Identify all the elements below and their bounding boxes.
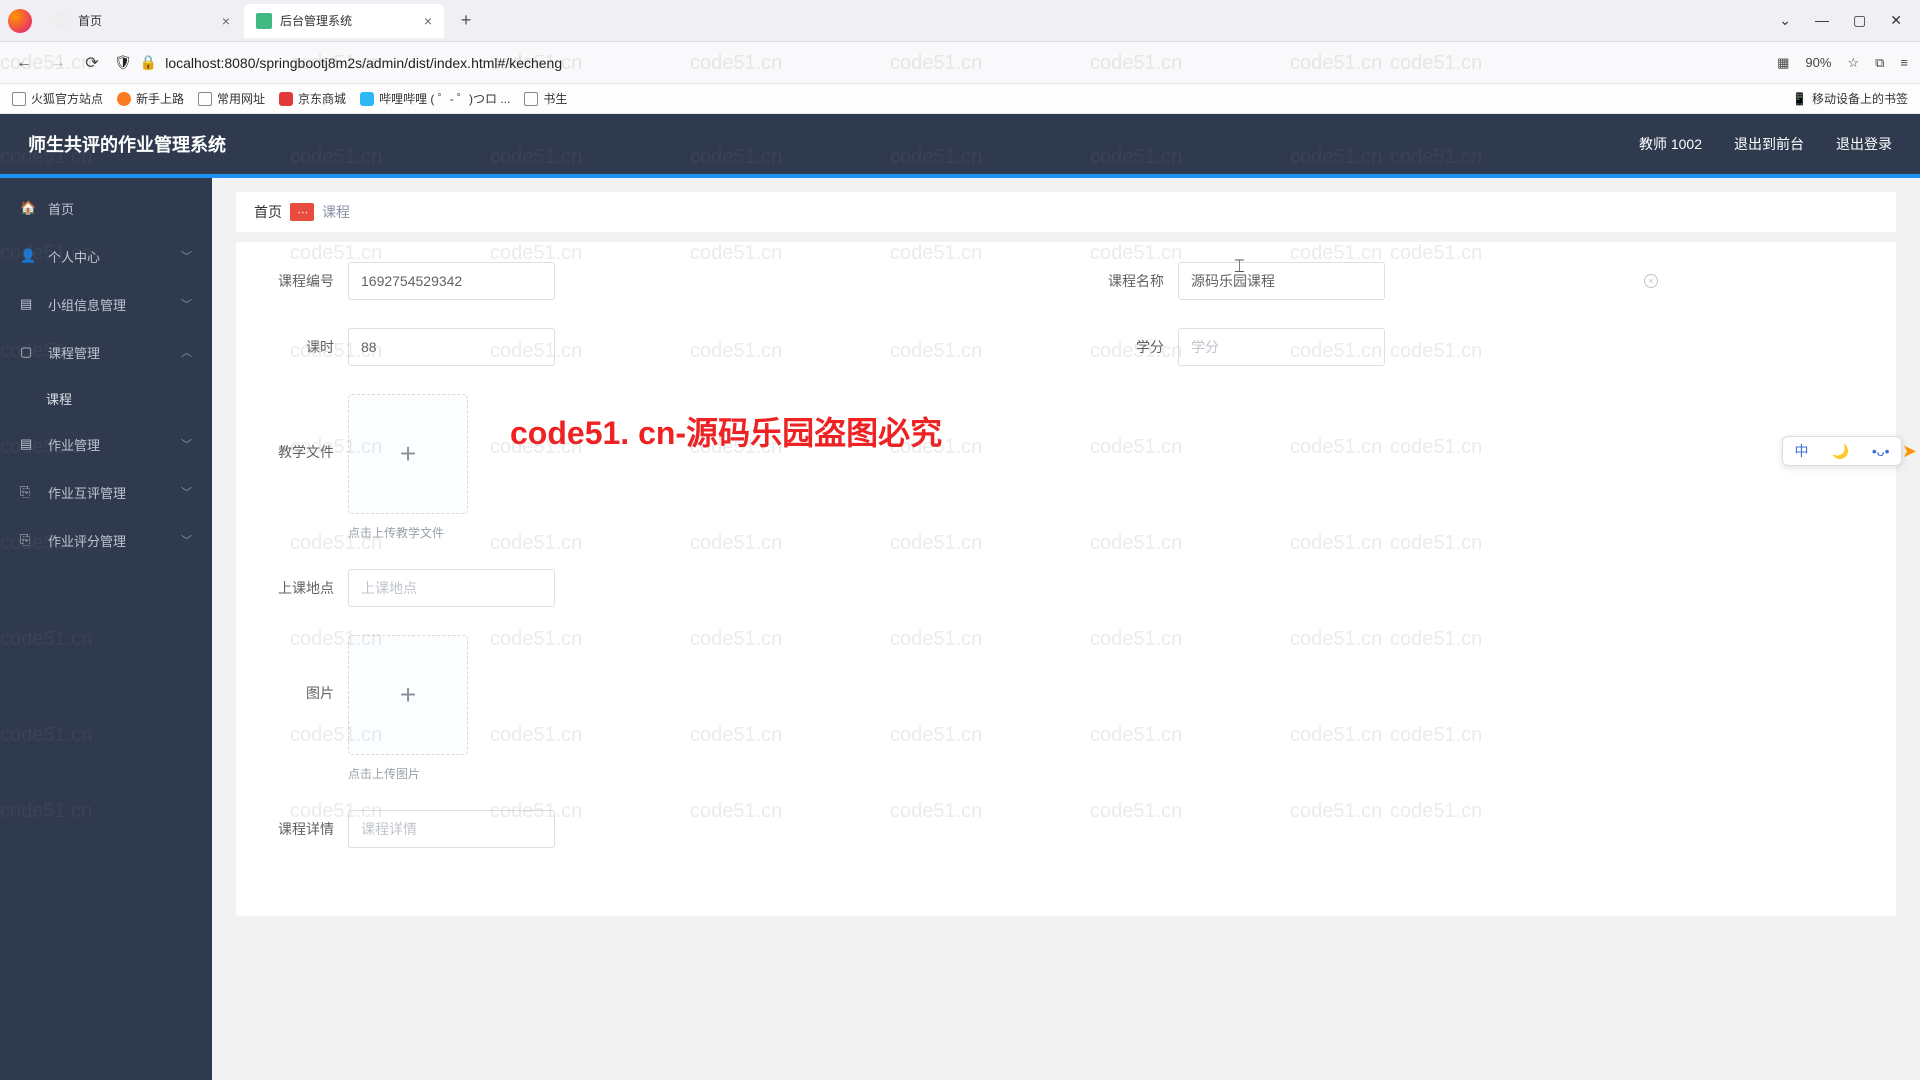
bookmark-item[interactable]: 新手上路 [117, 90, 184, 107]
chevron-down-icon[interactable]: ⌄ [1779, 12, 1791, 29]
tab-title: 首页 [78, 12, 102, 29]
group-icon: ▤ [20, 296, 36, 312]
chevron-down-icon: ﹀ [181, 532, 192, 548]
shield-icon: 🛡 [114, 54, 132, 71]
close-icon[interactable]: × [424, 13, 432, 29]
window-controls: ⌄ — ▢ ✕ [1779, 12, 1920, 29]
favicon-icon [54, 13, 70, 29]
address-bar: ← → ⟳ 🛡 🔒 localhost:8080/springbootj8m2s… [0, 42, 1920, 84]
app-header: 师生共评的作业管理系统 教师 1002 退出到前台 退出登录 [0, 114, 1920, 178]
menu-icon[interactable]: ≡ [1900, 55, 1908, 70]
homework-icon: ▤ [20, 436, 36, 452]
exit-to-front-link[interactable]: 退出到前台 [1734, 134, 1804, 154]
course-no-input[interactable] [348, 262, 555, 300]
reload-icon[interactable]: ⟳ [80, 53, 104, 73]
label-course-name: 课程名称 [1096, 271, 1164, 291]
bookmark-item[interactable]: 常用网址 [198, 90, 265, 107]
upload-image-hint: 点击上传图片 [348, 765, 420, 782]
forward-icon[interactable]: → [46, 54, 70, 72]
chevron-up-icon: ︿ [181, 344, 192, 360]
breadcrumb-current: 课程 [322, 202, 350, 222]
sidebar-item-home[interactable]: 🏠 首页 [0, 184, 212, 232]
url-box[interactable]: 🛡 🔒 localhost:8080/springbootj8m2s/admin… [114, 54, 1767, 71]
detail-input[interactable] [348, 810, 555, 848]
user-icon: 👤 [20, 248, 36, 264]
logout-link[interactable]: 退出登录 [1836, 134, 1892, 154]
credit-input[interactable] [1178, 328, 1385, 366]
clear-icon[interactable]: × [1644, 274, 1658, 288]
breadcrumb-sep-icon: ⋯ [290, 203, 314, 221]
breadcrumb: 首页 ⋯ 课程 [236, 192, 1896, 232]
ime-toolbar[interactable]: 中 🌙 •ᴗ• ➤ [1782, 436, 1902, 466]
sidebar-item-peer-review[interactable]: ⎘ 作业互评管理 ﹀ [0, 468, 212, 516]
ime-mode[interactable]: •ᴗ• [1872, 443, 1890, 459]
bookmark-item[interactable]: 哔哩哔哩 ( ゜- ゜)つロ ... [360, 90, 510, 107]
lock-icon: 🔒 [140, 54, 157, 71]
text-cursor-icon: ⌶ [1234, 256, 1245, 277]
upload-file-hint: 点击上传教学文件 [348, 524, 444, 541]
tab-title: 后台管理系统 [280, 12, 352, 29]
location-input[interactable] [348, 569, 555, 607]
bookmark-item[interactable]: 京东商城 [279, 90, 346, 107]
url-text: localhost:8080/springbootj8m2s/admin/dis… [165, 55, 562, 71]
user-badge[interactable]: 教师 1002 [1639, 134, 1702, 154]
label-hours: 课时 [266, 337, 334, 357]
firefox-icon [8, 9, 32, 33]
browser-tab[interactable]: 后台管理系统 × [244, 4, 444, 38]
sidebar-item-course[interactable]: ▢ 课程管理 ︿ [0, 328, 212, 376]
mobile-bookmarks[interactable]: 📱移动设备上的书签 [1792, 90, 1908, 107]
label-detail: 课程详情 [266, 819, 334, 839]
grade-icon: ⎘ [20, 532, 36, 548]
sidebar-item-profile[interactable]: 👤 个人中心 ﹀ [0, 232, 212, 280]
browser-tab[interactable]: 首页 × [42, 4, 242, 38]
label-image: 图片 [266, 683, 334, 703]
plus-icon: + [400, 438, 416, 470]
sidebar-item-group[interactable]: ▤ 小组信息管理 ﹀ [0, 280, 212, 328]
home-icon: 🏠 [20, 200, 36, 216]
upload-file-box[interactable]: + [348, 394, 468, 514]
sidebar: 🏠 首页 👤 个人中心 ﹀ ▤ 小组信息管理 ﹀ ▢ 课程管理 ︿ 课程 ▤ 作… [0, 178, 212, 1080]
sidebar-item-grading[interactable]: ⎘ 作业评分管理 ﹀ [0, 516, 212, 564]
arrow-right-icon[interactable]: ➤ [1902, 441, 1917, 462]
app-title: 师生共评的作业管理系统 [28, 131, 226, 157]
qr-icon[interactable]: ▦ [1777, 55, 1789, 71]
plus-icon: + [400, 679, 416, 711]
review-icon: ⎘ [20, 484, 36, 500]
upload-image-box[interactable]: + [348, 635, 468, 755]
add-tab-button[interactable]: + [452, 7, 480, 35]
minimize-icon[interactable]: — [1815, 12, 1829, 29]
browser-tabs: 首页 × 后台管理系统 × + ⌄ — ▢ ✕ [0, 0, 1920, 42]
bookmark-star-icon[interactable]: ☆ [1847, 55, 1859, 71]
ime-lang[interactable]: 中 [1794, 441, 1808, 461]
chevron-down-icon: ﹀ [181, 484, 192, 500]
bookmark-item[interactable]: 书生 [524, 90, 567, 107]
label-course-no: 课程编号 [266, 271, 334, 291]
favicon-icon [256, 13, 272, 29]
close-icon[interactable]: × [222, 13, 230, 29]
label-credit: 学分 [1096, 337, 1164, 357]
breadcrumb-home[interactable]: 首页 [254, 202, 282, 222]
main-content: 首页 ⋯ 课程 课程编号 课程名称 × ⌶ [212, 178, 1920, 1080]
chevron-down-icon: ﹀ [181, 248, 192, 264]
zoom-level[interactable]: 90% [1805, 55, 1831, 70]
back-icon[interactable]: ← [12, 54, 36, 72]
maximize-icon[interactable]: ▢ [1853, 12, 1866, 29]
course-name-input[interactable] [1178, 262, 1385, 300]
moon-icon[interactable]: 🌙 [1831, 443, 1848, 460]
sidebar-subitem-course[interactable]: 课程 [0, 376, 212, 420]
course-icon: ▢ [20, 344, 36, 360]
course-form: 课程编号 课程名称 × ⌶ 课时 学分 [236, 242, 1896, 916]
chevron-down-icon: ﹀ [181, 296, 192, 312]
label-location: 上课地点 [266, 578, 334, 598]
hours-input[interactable] [348, 328, 555, 366]
sidebar-item-homework[interactable]: ▤ 作业管理 ﹀ [0, 420, 212, 468]
label-file: 教学文件 [266, 442, 334, 462]
close-window-icon[interactable]: ✕ [1890, 12, 1902, 29]
chevron-down-icon: ﹀ [181, 436, 192, 452]
bookmarks-bar: 火狐官方站点 新手上路 常用网址 京东商城 哔哩哔哩 ( ゜- ゜)つロ ...… [0, 84, 1920, 114]
bookmark-item[interactable]: 火狐官方站点 [12, 90, 103, 107]
extension-icon[interactable]: ⧉ [1875, 55, 1884, 71]
